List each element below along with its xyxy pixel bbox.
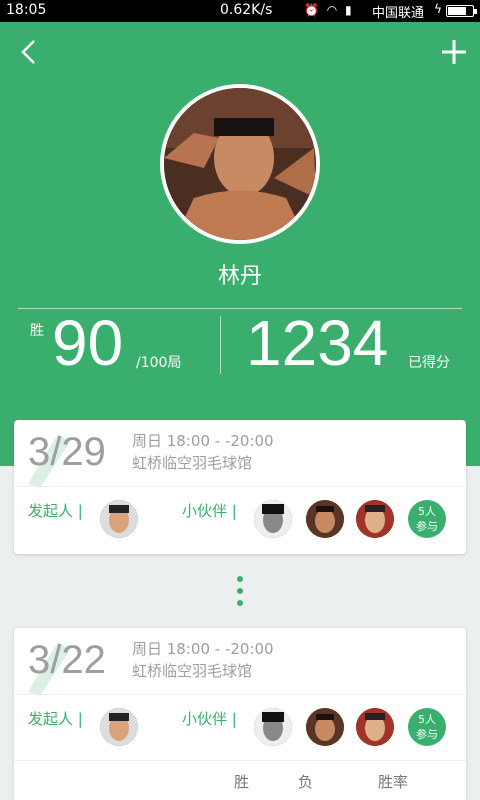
partner-label-text: 小伙伴 [182, 502, 228, 520]
profile-name: 林丹 [217, 264, 262, 289]
partner-label: 小伙伴 | [182, 502, 237, 520]
timeline-dots [236, 576, 244, 610]
participants-badge[interactable]: 5人 参与 [408, 708, 446, 746]
status-time: 18:05 [6, 2, 47, 18]
participants-count: 5人 [418, 505, 436, 518]
partner-label-text: 小伙伴 [182, 710, 228, 728]
partner-avatar[interactable] [306, 708, 344, 746]
organizer-avatar[interactable] [100, 708, 138, 746]
col-header-win-rate: 胜率 [378, 773, 409, 791]
add-button[interactable] [440, 38, 468, 66]
event-time: 周日 18:00 - -20:00 [132, 640, 274, 658]
organizer-avatar[interactable] [100, 500, 138, 538]
carrier-name: 中国联通 [372, 6, 425, 21]
status-bar: 18:05 0.62K/s ⏰ ◠ ▮ 中国联通 ϟ [0, 0, 480, 22]
organizer-label: 发起人 | [28, 502, 83, 520]
participants-count: 5人 [418, 713, 436, 726]
event-date: 3/29 [28, 430, 106, 474]
card-divider [14, 486, 466, 487]
profile-avatar [160, 84, 320, 244]
back-button[interactable] [18, 38, 40, 66]
total-games: /100局 [136, 355, 182, 371]
col-header-wins: 胜 [234, 773, 250, 791]
charging-icon: ϟ [434, 2, 442, 16]
score-label: 已得分 [408, 355, 450, 371]
plus-icon [442, 40, 466, 64]
partner-avatar[interactable] [254, 708, 292, 746]
organizer-label: 发起人 | [28, 710, 83, 728]
stats-divider [220, 316, 221, 374]
event-time: 周日 18:00 - -20:00 [132, 432, 274, 450]
partner-avatar[interactable] [254, 500, 292, 538]
organizer-label-text: 发起人 [28, 710, 74, 728]
stats-table-header: 胜 负 胜率 [14, 760, 466, 800]
partner-avatar[interactable] [306, 500, 344, 538]
event-date: 3/22 [28, 638, 106, 682]
col-header-losses: 负 [298, 773, 314, 791]
status-icons: ⏰ ◠ ▮ [304, 3, 354, 17]
network-speed: 0.62K/s [220, 2, 273, 18]
event-venue: 虹桥临空羽毛球馆 [132, 454, 253, 472]
event-card[interactable]: 3/22 周日 18:00 - -20:00 虹桥临空羽毛球馆 发起人 | 小伙… [14, 628, 466, 800]
partner-avatar[interactable] [356, 708, 394, 746]
wins-label: 胜 [30, 323, 44, 339]
participants-caption: 参与 [416, 728, 438, 741]
card-divider [14, 694, 466, 695]
event-card[interactable]: 3/29 周日 18:00 - -20:00 虹桥临空羽毛球馆 发起人 | 小伙… [14, 420, 466, 554]
chevron-left-icon [21, 40, 35, 64]
battery-icon [446, 5, 477, 17]
partner-label: 小伙伴 | [182, 710, 237, 728]
organizer-label-text: 发起人 [28, 502, 74, 520]
participants-badge[interactable]: 5人 参与 [408, 500, 446, 538]
partner-avatar[interactable] [356, 500, 394, 538]
score-value: 1234 [246, 307, 389, 379]
event-venue: 虹桥临空羽毛球馆 [132, 662, 253, 680]
participants-caption: 参与 [416, 520, 438, 533]
wins-count: 90 [52, 307, 124, 379]
